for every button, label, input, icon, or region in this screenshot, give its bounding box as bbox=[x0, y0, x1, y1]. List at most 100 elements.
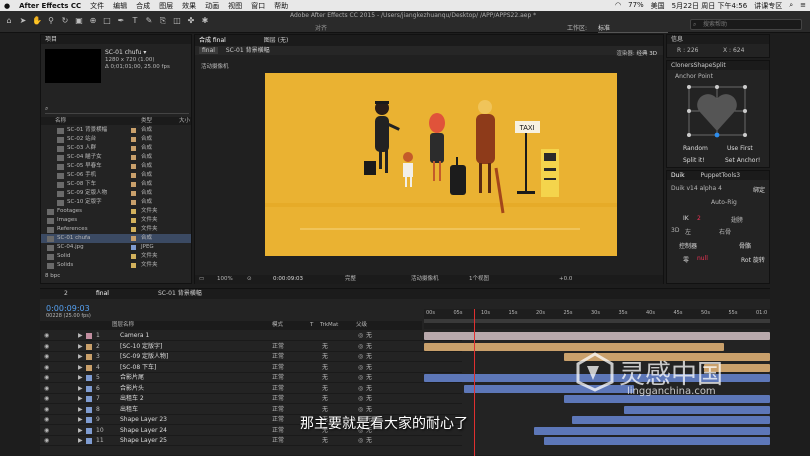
renderer-info[interactable]: 渲染器: 经典 3D bbox=[616, 49, 657, 57]
expand-arrow-icon[interactable]: ▶ bbox=[78, 394, 83, 404]
timeline-layer-row[interactable]: ◉ ▶ 2 [SC-10 定版字] 正常无 ◎ 无 bbox=[40, 342, 462, 352]
menu-view[interactable]: 视图 bbox=[228, 1, 242, 11]
workspace-select[interactable]: 标准 bbox=[598, 23, 668, 33]
expand-arrow-icon[interactable]: ▶ bbox=[78, 415, 83, 425]
visibility-eye-icon[interactable]: ◉ bbox=[44, 331, 49, 341]
project-item[interactable]: Solid 文件夹 bbox=[41, 252, 191, 261]
layer-duration-bar[interactable] bbox=[534, 426, 770, 435]
menu-file[interactable]: 文件 bbox=[90, 1, 104, 11]
layer-parent[interactable]: 无 bbox=[366, 394, 372, 404]
project-item[interactable]: SC-10 定版字 合成 bbox=[41, 198, 191, 207]
project-item[interactable]: SC-01 chufa 合成 bbox=[41, 234, 191, 243]
menu-animation[interactable]: 动画 bbox=[205, 1, 219, 11]
set-anchor-button[interactable]: Set Anchor! bbox=[725, 157, 760, 164]
visibility-eye-icon[interactable]: ◉ bbox=[44, 363, 49, 373]
layer-label-color[interactable] bbox=[86, 375, 92, 381]
layer-duration-bar[interactable] bbox=[572, 416, 770, 424]
viewer-timecode[interactable]: 0:00:09:03 bbox=[273, 275, 303, 284]
menu-composition[interactable]: 合成 bbox=[136, 1, 150, 11]
col-type[interactable]: 类型 bbox=[141, 117, 152, 125]
project-item[interactable]: SC-04.jpg JPEG bbox=[41, 243, 191, 252]
layer-name[interactable]: Camera 1 bbox=[120, 331, 149, 341]
col-layer-name[interactable]: 图层名称 bbox=[112, 321, 134, 330]
expand-arrow-icon[interactable]: ▶ bbox=[78, 373, 83, 383]
layer-trkmat[interactable]: 无 bbox=[322, 352, 328, 362]
zoom-select[interactable]: 100% bbox=[217, 275, 233, 284]
use-first-button[interactable]: Use First bbox=[727, 145, 753, 152]
parent-pickwhip-icon[interactable]: ◎ bbox=[358, 363, 363, 373]
col-parent[interactable]: 父级 bbox=[356, 321, 367, 330]
layer-mode[interactable]: 正常 bbox=[272, 415, 284, 425]
parent-pickwhip-icon[interactable]: ◎ bbox=[358, 342, 363, 352]
timeline-tab-final[interactable]: final bbox=[96, 289, 109, 299]
puppettools-tab[interactable]: PuppetTools3 bbox=[701, 172, 741, 179]
menu-window[interactable]: 窗口 bbox=[251, 1, 265, 11]
label-color-swatch[interactable] bbox=[131, 191, 136, 196]
layer-label-color[interactable] bbox=[86, 343, 92, 350]
apple-icon[interactable]: ● bbox=[4, 2, 10, 10]
pen-tool-icon[interactable]: ✒ bbox=[116, 16, 126, 26]
col-trkmat[interactable]: TrkMat bbox=[320, 321, 338, 330]
layer-mode[interactable]: 正常 bbox=[272, 363, 284, 373]
project-panel-title[interactable]: 项目 bbox=[41, 35, 191, 44]
layer-parent[interactable]: 无 bbox=[366, 342, 372, 352]
parent-pickwhip-icon[interactable]: ◎ bbox=[358, 384, 363, 394]
layer-tab[interactable]: 图层 (无) bbox=[264, 37, 289, 44]
timeline-layer-row[interactable]: ◉ ▶ 7 出租车 2 正常无 ◎ 无 bbox=[40, 394, 462, 404]
layer-name[interactable]: Shape Layer 24 bbox=[120, 426, 167, 436]
renderer-value[interactable]: 经典 3D bbox=[637, 51, 657, 57]
layer-trkmat[interactable]: 无 bbox=[322, 373, 328, 383]
layer-label-color[interactable] bbox=[86, 427, 92, 434]
menu-effect[interactable]: 效果 bbox=[182, 1, 196, 11]
timeline-tab-2[interactable]: 2 bbox=[64, 289, 68, 299]
label-color-swatch[interactable] bbox=[131, 263, 136, 268]
pan-behind-tool-icon[interactable]: ⊕ bbox=[88, 16, 98, 26]
bit-depth[interactable]: 8 bpc bbox=[45, 273, 60, 279]
autorig-button[interactable]: Auto-Rig bbox=[711, 199, 737, 206]
visibility-eye-icon[interactable]: ◉ bbox=[44, 426, 49, 436]
resolution-select[interactable]: 完整 bbox=[345, 275, 356, 284]
parent-pickwhip-icon[interactable]: ◎ bbox=[358, 352, 363, 362]
layer-label-color[interactable] bbox=[86, 333, 92, 339]
layer-duration-bar[interactable] bbox=[544, 437, 770, 445]
project-item[interactable]: SC-03 人群 合成 bbox=[41, 144, 191, 153]
wifi-icon[interactable]: ◠ bbox=[615, 1, 621, 11]
left-button[interactable]: 左 bbox=[685, 227, 691, 236]
layer-mode[interactable]: 正常 bbox=[272, 394, 284, 404]
project-item[interactable]: Solids 文件夹 bbox=[41, 261, 191, 270]
parent-pickwhip-icon[interactable]: ◎ bbox=[358, 373, 363, 383]
label-color-swatch[interactable] bbox=[131, 164, 136, 169]
layer-mode[interactable]: 正常 bbox=[272, 342, 284, 352]
snap-label[interactable]: 对齐 bbox=[315, 23, 327, 32]
visibility-eye-icon[interactable]: ◉ bbox=[44, 384, 49, 394]
timeline-layer-row[interactable]: ◉ ▶ 4 [SC-08 下车] 正常无 ◎ 无 bbox=[40, 363, 462, 373]
layer-parent[interactable]: 无 bbox=[366, 363, 372, 373]
expand-arrow-icon[interactable]: ▶ bbox=[78, 384, 83, 394]
expand-arrow-icon[interactable]: ▶ bbox=[78, 405, 83, 415]
bone-button[interactable]: 骨骼 bbox=[739, 241, 751, 250]
project-item[interactable]: SC-06 手机 合成 bbox=[41, 171, 191, 180]
layer-label-color[interactable] bbox=[86, 417, 92, 423]
time-ruler[interactable]: 00s 05s 10s 15s 20s 25s 30s 35s 40s 45s 50s 55s 01:0 bbox=[424, 309, 770, 329]
layer-duration-bar[interactable] bbox=[424, 342, 724, 351]
layer-name[interactable]: 合影片头 bbox=[120, 384, 144, 394]
col-t[interactable]: T bbox=[310, 321, 313, 330]
app-menu[interactable]: After Effects CC bbox=[19, 2, 81, 10]
label-color-swatch[interactable] bbox=[131, 236, 136, 241]
layer-name[interactable]: Shape Layer 23 bbox=[120, 415, 167, 425]
threed-button[interactable]: 3D bbox=[671, 227, 679, 234]
expand-arrow-icon[interactable]: ▶ bbox=[78, 426, 83, 436]
layer-mode[interactable]: 正常 bbox=[272, 405, 284, 415]
language-indicator[interactable]: 美国 bbox=[651, 1, 665, 11]
col-size[interactable]: 大小 bbox=[179, 117, 190, 125]
layer-trkmat[interactable]: 无 bbox=[322, 363, 328, 373]
project-item[interactable]: SC-01 背景横幅 合成 bbox=[41, 126, 191, 135]
layer-parent[interactable]: 无 bbox=[366, 331, 372, 341]
text-tool-icon[interactable]: T bbox=[130, 16, 140, 26]
layer-mode[interactable]: 正常 bbox=[272, 352, 284, 362]
project-item[interactable]: Images 文件夹 bbox=[41, 216, 191, 225]
timeline-timecode[interactable]: 0:00:09:03 bbox=[46, 304, 90, 313]
right-bone-button[interactable]: 右骨 bbox=[719, 227, 731, 236]
layer-mode[interactable]: 正常 bbox=[272, 436, 284, 446]
comp-breadcrumb-final[interactable]: final bbox=[199, 47, 218, 54]
